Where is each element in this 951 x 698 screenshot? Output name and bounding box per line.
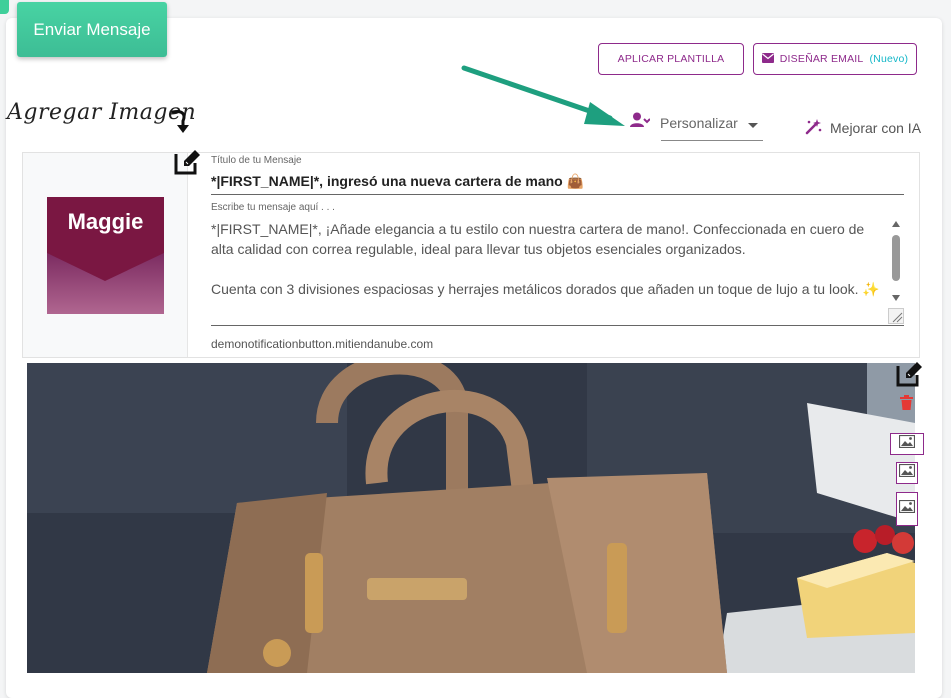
edit-thumbnail-icon[interactable] [173, 148, 201, 181]
personalize-select[interactable]: Personalizar [630, 112, 738, 133]
image-icon [898, 434, 916, 453]
personalize-underline [661, 140, 763, 141]
add-image-annotation: Agregar Imagen [7, 100, 197, 125]
title-input[interactable]: *|FIRST_NAME|*, ingresó una nueva carter… [211, 173, 584, 190]
message-paragraph: Cuenta con 3 divisiones espaciosas y her… [211, 281, 880, 297]
send-message-button[interactable]: Enviar Mensaje [17, 2, 167, 57]
thumbnail-column: Maggie [23, 153, 188, 357]
title-field-label: Título de tu Mensaje [211, 155, 302, 166]
message-textarea[interactable]: *|FIRST_NAME|*, ¡Añade elegancia a tu es… [211, 219, 883, 319]
pointer-arrow-icon [460, 64, 630, 139]
trash-icon[interactable] [900, 395, 913, 415]
chevron-down-icon[interactable] [748, 123, 758, 128]
title-underline [211, 194, 904, 195]
corner-tab [0, 0, 9, 14]
improve-ai-button[interactable]: Mejorar con IA [805, 118, 921, 138]
curved-arrow-icon [170, 108, 194, 141]
image-layout-button[interactable] [890, 433, 924, 455]
design-email-label: DISEÑAR EMAIL [779, 53, 864, 65]
personalize-label: Personalizar [660, 114, 738, 131]
improve-ai-label: Mejorar con IA [830, 120, 922, 136]
image-layout-button[interactable] [896, 492, 918, 526]
message-underline [211, 325, 904, 326]
scroll-up-icon[interactable] [892, 221, 900, 227]
store-url: demonotificationbutton.mitiendanube.com [211, 337, 434, 351]
brand-thumbnail-image[interactable]: Maggie [47, 197, 164, 314]
message-paragraph: *|FIRST_NAME|*, ¡Añade elegancia a tu es… [211, 221, 865, 257]
body-field-label: Escribe tu mensaje aquí . . . [211, 202, 335, 213]
edit-image-icon[interactable] [895, 360, 923, 393]
apply-template-label: APLICAR PLANTILLA [617, 53, 725, 65]
resize-handle[interactable] [888, 308, 904, 324]
envelope-icon [761, 52, 774, 66]
image-icon [898, 463, 916, 482]
design-email-button[interactable]: DISEÑAR EMAIL (Nuevo) [753, 43, 917, 75]
product-image[interactable] [27, 363, 915, 673]
image-icon [898, 499, 916, 518]
thumbnail-brand-text: Maggie [67, 209, 144, 234]
user-icon [630, 112, 651, 133]
scroll-down-icon[interactable] [892, 295, 900, 301]
scroll-thumb[interactable] [892, 235, 900, 281]
thumbnail-banner-point [47, 253, 164, 281]
magic-wand-icon [805, 118, 822, 138]
image-layout-button[interactable] [896, 462, 918, 484]
new-badge: (Nuevo) [869, 53, 909, 65]
